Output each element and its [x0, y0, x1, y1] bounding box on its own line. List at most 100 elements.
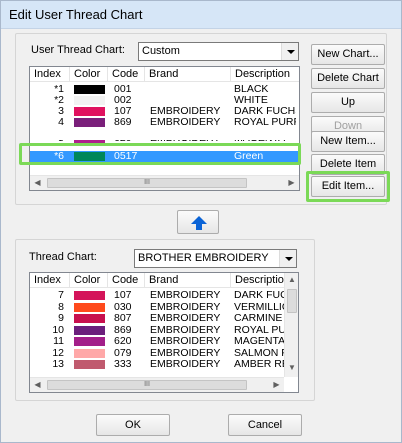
color-swatch — [74, 107, 105, 116]
column-header-description[interactable]: Description — [231, 67, 299, 82]
list-item[interactable]: *1 001 BLACK — [30, 84, 299, 95]
transfer-up-button[interactable] — [177, 210, 219, 234]
row-code: 079 — [114, 347, 132, 359]
row-code: 107 — [114, 106, 132, 117]
thread-list-vscrollbar[interactable]: ▲ ▼ — [284, 273, 298, 377]
thread-chart-select[interactable]: BROTHER EMBROIDERY — [134, 249, 297, 268]
delete-chart-button[interactable]: Delete Chart — [311, 68, 385, 89]
column-header-color[interactable]: Color — [70, 67, 108, 82]
list-item[interactable]: 9 807 EMBROIDERY CARMINE — [30, 313, 284, 324]
column-header-code[interactable]: Code — [108, 67, 145, 82]
color-swatch — [74, 118, 105, 127]
row-code: 869 — [114, 117, 132, 128]
selected-row-highlight — [19, 143, 301, 165]
user-list-header: Index Color Code Brand Description — [30, 67, 299, 82]
row-description: CARMINE — [234, 313, 283, 324]
up-button[interactable]: Up — [311, 92, 385, 113]
color-swatch — [74, 302, 105, 312]
list-item[interactable]: 8 030 EMBROIDERY VERMILLION — [30, 302, 284, 313]
column-header-brand[interactable]: Brand — [145, 273, 231, 288]
edit-item-highlight — [306, 171, 390, 202]
column-header-index[interactable]: Index — [30, 273, 70, 288]
row-brand: EMBROIDERY — [150, 117, 221, 128]
row-brand: EMBROIDERY — [150, 336, 221, 347]
scroll-right-icon[interactable]: ▶ — [269, 378, 284, 392]
scroll-right-icon[interactable]: ▶ — [284, 176, 299, 190]
list-item[interactable]: 11 620 EMBROIDERY MAGENTA — [30, 336, 284, 347]
row-brand — [150, 84, 230, 95]
thread-chart-select-value: BROTHER EMBROIDERY — [138, 252, 269, 264]
row-description: VERMILLION — [234, 301, 284, 313]
scroll-left-icon[interactable]: ◀ — [30, 176, 45, 190]
row-index: *1 — [54, 84, 64, 95]
row-description: DARK FUCHSIA — [234, 290, 284, 301]
user-list-hscrollbar[interactable]: ◀ III ▶ — [30, 175, 299, 190]
column-header-index[interactable]: Index — [30, 67, 70, 82]
color-swatch — [74, 325, 105, 335]
row-index: 10 — [52, 324, 64, 336]
scroll-thumb[interactable] — [287, 289, 297, 313]
list-item[interactable]: 7 107 EMBROIDERY DARK FUCHSIA — [30, 290, 284, 301]
list-item[interactable]: 10 869 EMBROIDERY ROYAL PURPLE — [30, 325, 284, 336]
scroll-left-icon[interactable]: ◀ — [30, 378, 45, 392]
user-thread-list[interactable]: Index Color Code Brand Description *1 001… — [29, 66, 300, 191]
row-code: 869 — [114, 324, 132, 336]
row-index: 3 — [58, 106, 64, 117]
color-swatch — [74, 96, 105, 105]
column-header-description[interactable]: Description — [231, 273, 285, 288]
window-title: Edit User Thread Chart — [9, 7, 143, 22]
row-brand: EMBROIDERY — [150, 313, 221, 324]
chevron-down-icon[interactable] — [281, 43, 298, 60]
list-item[interactable]: 13 333 EMBROIDERY AMBER RED — [30, 359, 284, 370]
row-code: 807 — [114, 313, 132, 324]
cancel-button[interactable]: Cancel — [228, 414, 302, 436]
color-swatch — [74, 314, 105, 323]
row-index: *2 — [54, 95, 64, 106]
thread-chart-list[interactable]: Index Color Code Brand Description 7 107 E… — [29, 272, 299, 393]
color-swatch — [74, 291, 105, 300]
column-header-brand[interactable]: Brand — [145, 67, 231, 82]
row-index: 9 — [58, 313, 64, 324]
scroll-thumb[interactable]: III — [47, 178, 247, 188]
list-item[interactable]: 3 107 EMBROIDERY DARK FUCHSIA — [30, 106, 299, 117]
row-code: 001 — [114, 84, 132, 95]
row-code: 620 — [114, 336, 132, 347]
new-item-button[interactable]: New Item... — [311, 131, 385, 152]
user-chart-label: User Thread Chart: — [31, 44, 125, 56]
color-swatch — [74, 85, 105, 94]
row-index: 13 — [52, 359, 64, 370]
list-item[interactable]: 12 079 EMBROIDERY SALMON PINK — [30, 348, 284, 359]
list-item[interactable]: 4 869 EMBROIDERY ROYAL PURPLE — [30, 117, 299, 128]
color-swatch — [74, 337, 105, 346]
row-index: 4 — [58, 117, 64, 128]
scroll-down-icon[interactable]: ▼ — [285, 361, 298, 375]
row-brand: EMBROIDERY — [150, 290, 221, 301]
color-swatch — [74, 360, 105, 369]
user-chart-select-value: Custom — [142, 45, 180, 57]
thread-chart-label: Thread Chart: — [29, 251, 97, 263]
list-item[interactable]: *2 002 WHITE — [30, 95, 299, 106]
scroll-up-icon[interactable]: ▲ — [285, 273, 298, 287]
new-chart-button[interactable]: New Chart... — [311, 44, 385, 65]
scroll-thumb[interactable]: III — [47, 380, 247, 390]
edit-user-thread-chart-dialog: Edit User Thread Chart User Thread Chart… — [0, 0, 402, 443]
row-description: BLACK — [234, 84, 269, 95]
row-brand: EMBROIDERY — [150, 324, 221, 336]
chevron-down-icon[interactable] — [279, 250, 296, 267]
row-description: MAGENTA — [234, 336, 284, 347]
row-brand: EMBROIDERY — [150, 301, 221, 313]
row-brand: EMBROIDERY — [150, 347, 221, 359]
user-chart-select[interactable]: Custom — [138, 42, 299, 61]
row-code: 002 — [114, 95, 132, 106]
ok-button[interactable]: OK — [96, 414, 170, 436]
row-description: ROYAL PURPLE — [234, 117, 296, 128]
row-description: SALMON PINK — [234, 347, 284, 359]
row-brand — [150, 95, 230, 106]
column-header-color[interactable]: Color — [70, 273, 108, 288]
thread-list-hscrollbar[interactable]: ◀ III ▶ — [30, 377, 284, 392]
row-code: 333 — [114, 359, 132, 370]
row-code: 030 — [114, 301, 132, 313]
column-header-code[interactable]: Code — [108, 273, 145, 288]
row-brand: EMBROIDERY — [150, 106, 221, 117]
row-description: DARK FUCHSIA — [234, 106, 296, 117]
